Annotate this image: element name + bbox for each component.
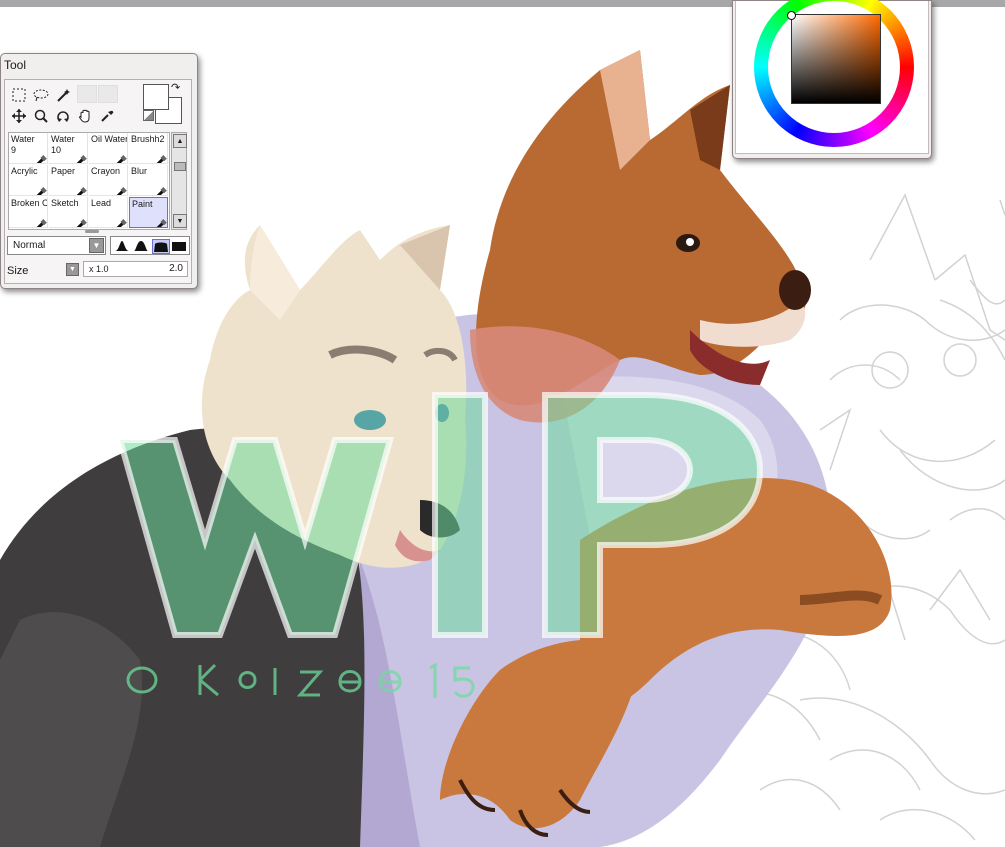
size-field[interactable]: x 1.0 2.0 <box>83 261 188 277</box>
brush-paper[interactable]: Paper <box>49 165 88 196</box>
tool-panel[interactable]: Tool ↷ Water 9 Water 10 Oil Water Brushh… <box>0 53 198 289</box>
reset-colors-icon[interactable] <box>143 110 154 121</box>
zoom-icon[interactable] <box>32 107 50 125</box>
brush-pen-icon <box>150 221 164 227</box>
brush-lead[interactable]: Lead <box>89 197 128 228</box>
move-icon[interactable] <box>10 107 28 125</box>
tip-medium-icon[interactable] <box>133 239 149 252</box>
blend-mode-select[interactable]: Normal ▼ <box>7 236 106 255</box>
brush-sketch[interactable]: Sketch <box>49 197 88 228</box>
tool-panel-body: ↷ Water 9 Water 10 Oil Water Brushh2 Acr… <box>4 79 192 284</box>
rotate-icon[interactable] <box>54 107 72 125</box>
magic-wand-icon[interactable] <box>54 86 72 104</box>
empty-tool-slot <box>77 85 97 103</box>
scroll-down-icon[interactable]: ▼ <box>173 214 187 228</box>
brush-brushh2[interactable]: Brushh2 <box>129 133 168 164</box>
primary-color-swatch[interactable] <box>143 84 169 110</box>
scroll-up-icon[interactable]: ▲ <box>173 134 187 148</box>
size-multiplier-dropdown-icon[interactable]: ▼ <box>66 263 79 276</box>
brush-pen-icon <box>110 189 124 195</box>
rectangle-select-icon[interactable] <box>10 86 28 104</box>
brush-broken-c[interactable]: Broken C <box>9 197 48 228</box>
brush-pen-icon <box>150 189 164 195</box>
brush-blur[interactable]: Blur <box>129 165 168 196</box>
hand-icon[interactable] <box>76 107 94 125</box>
tool-panel-title: Tool <box>4 58 27 72</box>
color-picker-marker[interactable] <box>787 11 796 20</box>
size-label: Size <box>7 265 29 277</box>
color-panel-body <box>735 0 929 154</box>
brush-pen-icon <box>70 221 84 227</box>
brush-pen-icon <box>30 221 44 227</box>
brush-oil-water[interactable]: Oil Water <box>89 133 128 164</box>
tip-soft-icon[interactable] <box>114 239 130 252</box>
scrollbar-thumb[interactable] <box>174 162 186 171</box>
color-panel <box>732 0 932 159</box>
brush-pen-icon <box>150 157 164 163</box>
panel-grip[interactable] <box>85 230 99 233</box>
empty-tool-slot <box>98 85 118 103</box>
lasso-icon[interactable] <box>32 86 50 104</box>
brush-grid: Water 9 Water 10 Oil Water Brushh2 Acryl… <box>8 132 170 230</box>
swap-colors-icon[interactable]: ↷ <box>171 81 180 94</box>
brush-water-9[interactable]: Water 9 <box>9 133 48 164</box>
brush-pen-icon <box>30 157 44 163</box>
brush-pen-icon <box>110 221 124 227</box>
brush-acrylic[interactable]: Acrylic <box>9 165 48 196</box>
tip-flat-icon[interactable] <box>171 239 187 252</box>
brush-pen-icon <box>70 189 84 195</box>
brush-pen-icon <box>30 189 44 195</box>
brush-crayon[interactable]: Crayon <box>89 165 128 196</box>
brush-pen-icon <box>70 157 84 163</box>
brush-water-10[interactable]: Water 10 <box>49 133 88 164</box>
chevron-down-icon[interactable]: ▼ <box>89 238 104 253</box>
brush-scrollbar[interactable]: ▲ ▼ <box>171 132 187 230</box>
brush-paint[interactable]: Paint <box>129 197 168 228</box>
saturation-value-square[interactable] <box>791 14 881 104</box>
tip-hard-icon[interactable] <box>152 239 170 254</box>
eyedropper-icon[interactable] <box>98 107 116 125</box>
brush-tip-shapes <box>110 236 190 255</box>
brush-pen-icon <box>110 157 124 163</box>
